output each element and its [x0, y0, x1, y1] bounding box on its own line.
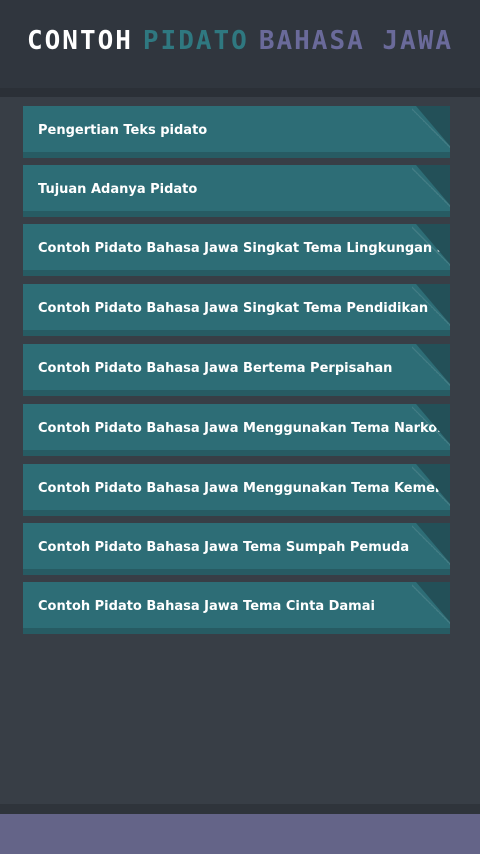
menu-item-sumpah-pemuda[interactable]: Contoh Pidato Bahasa Jawa Tema Sumpah Pe…	[23, 523, 450, 575]
title-word-contoh: CONTOH	[26, 26, 133, 56]
menu-item-pengertian[interactable]: Pengertian Teks pidato	[23, 106, 450, 158]
menu-item-label: Tujuan Adanya Pidato	[38, 182, 198, 197]
menu-item-pendidikan[interactable]: Contoh Pidato Bahasa Jawa Singkat Tema P…	[23, 284, 450, 336]
header-shadow	[0, 88, 480, 97]
app-title: CONTOH PIDATO BAHASA JAWA	[27, 26, 453, 56]
menu-item-narkoba[interactable]: Contoh Pidato Bahasa Jawa Menggunakan Te…	[23, 404, 450, 456]
menu-item-label: Contoh Pidato Bahasa Jawa Tema Cinta Dam…	[38, 599, 375, 614]
menu-item-perpisahan[interactable]: Contoh Pidato Bahasa Jawa Bertema Perpis…	[23, 344, 450, 396]
menu-item-label: Contoh Pidato Bahasa Jawa Tema Sumpah Pe…	[38, 540, 410, 555]
menu-item-tujuan[interactable]: Tujuan Adanya Pidato	[23, 165, 450, 217]
corner-highlight	[412, 165, 450, 211]
menu-item-label: Contoh Pidato Bahasa Jawa Singkat Tema P…	[38, 301, 429, 316]
menu-item-label: Contoh Pidato Bahasa Jawa Menggunakan Te…	[38, 481, 450, 496]
menu-item-label: Contoh Pidato Bahasa Jawa Bertema Perpis…	[38, 361, 393, 376]
footer-divider	[0, 804, 480, 814]
corner-highlight	[412, 464, 450, 510]
corner-highlight	[412, 106, 450, 152]
menu-item-label: Contoh Pidato Bahasa Jawa Menggunakan Te…	[38, 421, 450, 436]
title-word-pidato: PIDATO	[142, 26, 249, 56]
menu-item-label: Pengertian Teks pidato	[38, 123, 208, 138]
app-header: CONTOH PIDATO BAHASA JAWA	[0, 0, 480, 88]
corner-highlight	[412, 344, 450, 390]
corner-highlight	[412, 404, 450, 450]
menu-item-kemerdekaan[interactable]: Contoh Pidato Bahasa Jawa Menggunakan Te…	[23, 464, 450, 516]
corner-highlight	[412, 582, 450, 628]
menu-item-label: Contoh Pidato Bahasa Jawa Singkat Tema L…	[38, 241, 450, 256]
corner-highlight	[412, 224, 450, 270]
menu-list: Pengertian Teks pidato Tujuan Adanya Pid…	[23, 106, 450, 634]
corner-highlight	[412, 523, 450, 569]
menu-item-cinta-damai[interactable]: Contoh Pidato Bahasa Jawa Tema Cinta Dam…	[23, 582, 450, 634]
corner-highlight	[412, 284, 450, 330]
menu-item-lingkungan-sekolah[interactable]: Contoh Pidato Bahasa Jawa Singkat Tema L…	[23, 224, 450, 276]
bottom-banner	[0, 814, 480, 854]
title-word-bahasa-jawa: BAHASA JAWA	[258, 26, 454, 56]
